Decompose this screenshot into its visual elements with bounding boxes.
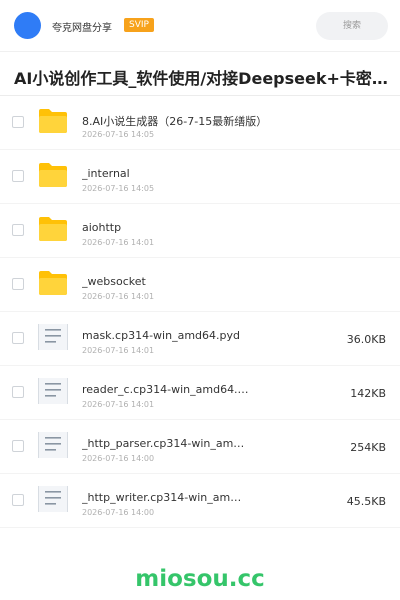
list-item[interactable]: mask.cp314-win_amd64.pyd 2026-07-16 14:0… [0, 312, 400, 366]
file-list: 8.AI小说生成器（26-7-15最新缮版） 2026-07-16 14:05 … [0, 96, 400, 528]
row-checkbox[interactable] [12, 386, 24, 398]
list-item[interactable]: _internal 2026-07-16 14:05 [0, 150, 400, 204]
list-item[interactable]: aiohttp 2026-07-16 14:01 [0, 204, 400, 258]
file-name: reader_c.cp314-win_amd64.… [82, 383, 249, 396]
document-icon [38, 486, 68, 512]
file-name: _http_writer.cp314-win_am… [82, 491, 242, 504]
brand-name: 夸克网盘分享 [52, 23, 112, 34]
row-checkbox[interactable] [12, 116, 24, 128]
file-date: 2026-07-16 14:05 [82, 184, 155, 193]
avatar[interactable] [14, 12, 41, 39]
site-watermark: miosou.cc [135, 566, 265, 592]
file-date: 2026-07-16 14:01 [82, 400, 155, 409]
list-item[interactable]: _http_writer.cp314-win_am… 2026-07-16 14… [0, 474, 400, 528]
list-item[interactable]: _websocket 2026-07-16 14:01 [0, 258, 400, 312]
file-size: 45.5KB [346, 495, 386, 508]
title-bar: AI小说创作工具_软件使用/对接Deepseek+卡密生成 快… [0, 52, 400, 96]
row-checkbox[interactable] [12, 440, 24, 452]
file-name: _http_parser.cp314-win_am… [82, 437, 245, 450]
row-checkbox[interactable] [12, 332, 24, 344]
top-bar: 夸克网盘分享 SVIP 搜索 [0, 0, 400, 52]
file-name: _internal [82, 167, 130, 180]
file-date: 2026-07-16 14:00 [82, 454, 155, 463]
file-size: 36.0KB [346, 333, 386, 346]
folder-icon [39, 217, 67, 241]
folder-icon [39, 109, 67, 133]
file-size: 142KB [350, 387, 386, 400]
folder-icon [39, 271, 67, 295]
search-button[interactable]: 搜索 [316, 12, 388, 40]
document-icon [38, 324, 68, 350]
list-item[interactable]: reader_c.cp314-win_amd64.… 2026-07-16 14… [0, 366, 400, 420]
document-icon [38, 378, 68, 404]
row-checkbox[interactable] [12, 278, 24, 290]
file-date: 2026-07-16 14:00 [82, 508, 155, 517]
folder-icon [39, 163, 67, 187]
file-name: aiohttp [82, 221, 122, 234]
file-name: 8.AI小说生成器（26-7-15最新缮版） [82, 115, 268, 128]
list-item[interactable]: _http_parser.cp314-win_am… 2026-07-16 14… [0, 420, 400, 474]
document-icon [38, 432, 68, 458]
file-date: 2026-07-16 14:05 [82, 130, 155, 139]
file-date: 2026-07-16 14:01 [82, 346, 155, 355]
page-title: AI小说创作工具_软件使用/对接Deepseek+卡密生成 快… [14, 69, 398, 88]
svip-badge: SVIP [124, 18, 154, 32]
file-date: 2026-07-16 14:01 [82, 238, 155, 247]
file-name: mask.cp314-win_amd64.pyd [82, 329, 240, 342]
file-name: _websocket [82, 275, 146, 288]
row-checkbox[interactable] [12, 224, 24, 236]
file-size: 254KB [350, 441, 386, 454]
row-checkbox[interactable] [12, 494, 24, 506]
file-date: 2026-07-16 14:01 [82, 292, 155, 301]
list-item[interactable]: 8.AI小说生成器（26-7-15最新缮版） 2026-07-16 14:05 [0, 96, 400, 150]
row-checkbox[interactable] [12, 170, 24, 182]
